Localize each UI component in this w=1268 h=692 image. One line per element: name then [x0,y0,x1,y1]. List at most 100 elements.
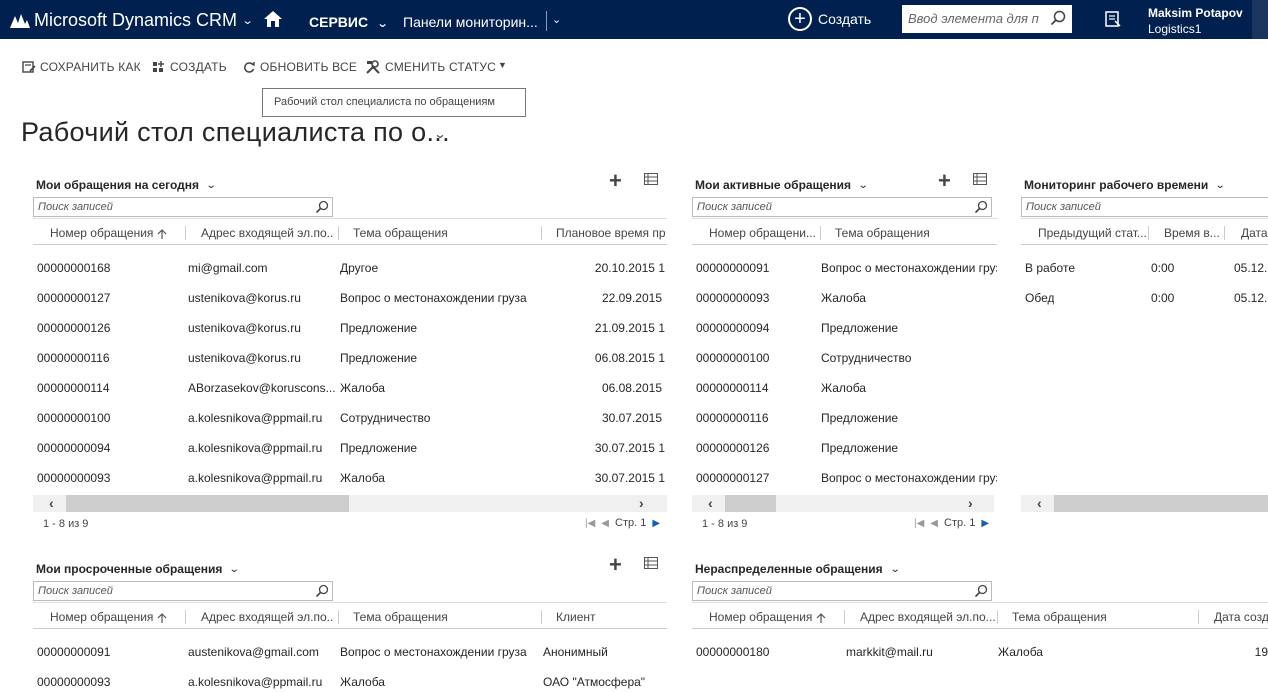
cell-case-number[interactable]: 00000000093 [37,675,110,689]
search-input[interactable]: Поиск записей [692,581,992,601]
table-row[interactable]: Обед 0:00 05.12.2 [1021,282,1268,312]
next-page-icon[interactable]: ▶ [652,518,660,529]
advanced-find-icon[interactable] [1104,10,1122,28]
table-row[interactable]: 00000000126 Предложение [692,432,997,462]
table-row[interactable]: 00000000100 a.kolesnikova@ppmail.ru Сотр… [33,402,667,432]
panel-title-menu[interactable]: Нераспределенные обращения ⌄ [695,562,900,576]
search-input[interactable]: Поиск записей [33,581,333,601]
panel-title-menu[interactable]: Мониторинг рабочего времени ⌄ [1024,178,1226,192]
table-row[interactable]: 00000000093 Жалоба [692,282,997,312]
save-as-button[interactable]: СОХРАНИТЬ КАК [22,60,141,74]
cell-case-number[interactable]: 00000000091 [37,645,110,659]
column-header[interactable]: Дата [1241,226,1268,240]
previous-page-icon[interactable]: ◀ [601,518,609,529]
column-header[interactable]: Номер обращения [50,610,170,624]
chevron-down-icon[interactable]: ⌄ [433,127,446,141]
column-header[interactable]: Номер обращения [709,610,829,624]
table-row[interactable]: 00000000093 a.kolesnikova@ppmail.ru Жало… [33,462,667,492]
search-icon[interactable] [974,584,988,598]
column-header[interactable]: Номер обращени... [709,226,819,240]
app-title-menu[interactable]: Microsoft Dynamics CRM ⌄ [10,10,254,31]
scroll-left-icon[interactable]: ‹ [708,495,713,512]
cell-case-number[interactable]: 00000000116 [696,411,769,425]
search-icon[interactable] [1050,10,1066,26]
column-header[interactable]: Тема обращения [353,610,533,624]
panel-title-menu[interactable]: Мои просроченные обращения ⌄ [36,562,240,576]
add-record-button[interactable]: + [609,170,622,192]
column-header[interactable]: Предыдущий стат... [1038,226,1148,240]
change-status-button[interactable]: СМЕНИТЬ СТАТУС [365,60,496,74]
scrollbar-thumb[interactable] [1054,495,1268,512]
column-header[interactable]: Номер обращения [50,226,170,240]
cell-case-number[interactable]: 00000000126 [696,441,769,455]
table-row[interactable]: 00000000091 austenikova@gmail.com Вопрос… [33,636,667,666]
column-header[interactable]: Дата созд [1214,610,1268,624]
scrollbar-thumb[interactable] [725,495,776,512]
cell-customer[interactable]: ОАО "Атмосфера" [543,675,667,689]
table-row[interactable]: 00000000180 markkit@mail.ru Жалоба 19 [692,636,1268,666]
cell-case-number[interactable]: 00000000094 [696,321,769,335]
first-page-icon[interactable]: |◀ [914,518,924,529]
cell-case-number[interactable]: 00000000114 [37,381,110,395]
scroll-right-icon[interactable]: › [639,495,644,512]
horizontal-scrollbar[interactable]: ‹ › [33,495,667,512]
cell-case-number[interactable]: 00000000093 [37,471,110,485]
more-commands-button[interactable]: ▼ [498,60,507,70]
cell-case-number[interactable]: 00000000168 [37,261,110,275]
scrollbar-thumb[interactable] [66,495,349,512]
table-row[interactable]: 00000000091 Вопрос о местонахождении гру… [692,252,997,282]
table-row[interactable]: 00000000127 Вопрос о местонахождении гру… [692,462,997,492]
table-row[interactable]: 00000000168 mi@gmail.com Другое 20.10.20… [33,252,667,282]
cell-case-number[interactable]: 00000000093 [696,291,769,305]
open-grid-icon[interactable] [644,557,658,569]
search-icon[interactable] [315,200,329,214]
previous-page-icon[interactable]: ◀ [930,518,938,529]
add-record-button[interactable]: + [938,170,951,192]
nav-area-dashboards[interactable]: Панели мониторин... [403,14,538,30]
column-header[interactable]: Тема обращения [835,226,995,240]
refresh-all-button[interactable]: ОБНОВИТЬ ВСЕ [243,60,357,74]
open-grid-icon[interactable] [973,173,987,185]
column-header[interactable]: Тема обращения [1012,610,1192,624]
table-row[interactable]: 00000000114 Жалоба [692,372,997,402]
horizontal-scrollbar[interactable]: ‹ › [692,495,994,512]
scroll-right-icon[interactable]: › [968,495,973,512]
global-search-input[interactable]: Ввод элемента для п [902,5,1072,33]
table-row[interactable]: 00000000114 ABorzasekov@koruscons... Жал… [33,372,667,402]
table-row[interactable]: 00000000100 Сотрудничество [692,342,997,372]
search-icon[interactable] [974,200,988,214]
cell-case-number[interactable]: 00000000126 [37,321,110,335]
cell-case-number[interactable]: 00000000116 [37,351,110,365]
search-input[interactable]: Поиск записей [33,197,333,217]
panel-title-menu[interactable]: Мои обращения на сегодня ⌄ [36,178,217,192]
table-row[interactable]: 00000000127 ustenikova@korus.ru Вопрос о… [33,282,667,312]
cell-case-number[interactable]: 00000000091 [696,261,769,275]
user-avatar[interactable] [1252,0,1268,39]
chevron-down-icon[interactable]: ⌄ [552,13,561,26]
column-header[interactable]: Клиент [556,610,667,624]
global-create-button[interactable]: + Создать [788,7,871,31]
scroll-left-icon[interactable]: ‹ [49,495,54,512]
cell-case-number[interactable]: 00000000127 [696,471,769,485]
table-row[interactable]: 00000000094 a.kolesnikova@ppmail.ru Пред… [33,432,667,462]
open-grid-icon[interactable] [644,173,658,185]
cell-case-number[interactable]: 00000000094 [37,441,110,455]
column-header[interactable]: Адрес входящей эл.по... [201,226,334,240]
search-input[interactable]: Поиск записей [692,197,992,217]
table-row[interactable]: В работе 0:00 05.12.2 [1021,252,1268,282]
cell-case-number[interactable]: 00000000100 [696,351,769,365]
table-row[interactable]: 00000000094 Предложение [692,312,997,342]
column-header[interactable]: Время в... [1164,226,1224,240]
nav-section-service[interactable]: СЕРВИС ⌄ [309,14,389,30]
first-page-icon[interactable]: |◀ [585,518,595,529]
scroll-left-icon[interactable]: ‹ [1037,495,1042,512]
column-header[interactable]: Плановое время пр [556,226,667,240]
column-header[interactable]: Тема обращения [353,226,533,240]
cell-customer[interactable]: Анонимный [543,645,667,659]
cell-case-number[interactable]: 00000000100 [37,411,110,425]
table-row[interactable]: 00000000116 ustenikova@korus.ru Предложе… [33,342,667,372]
cell-case-number[interactable]: 00000000180 [696,645,769,659]
panel-title-menu[interactable]: Мои активные обращения ⌄ [695,178,869,192]
search-icon[interactable] [315,584,329,598]
table-row[interactable]: 00000000126 ustenikova@korus.ru Предложе… [33,312,667,342]
